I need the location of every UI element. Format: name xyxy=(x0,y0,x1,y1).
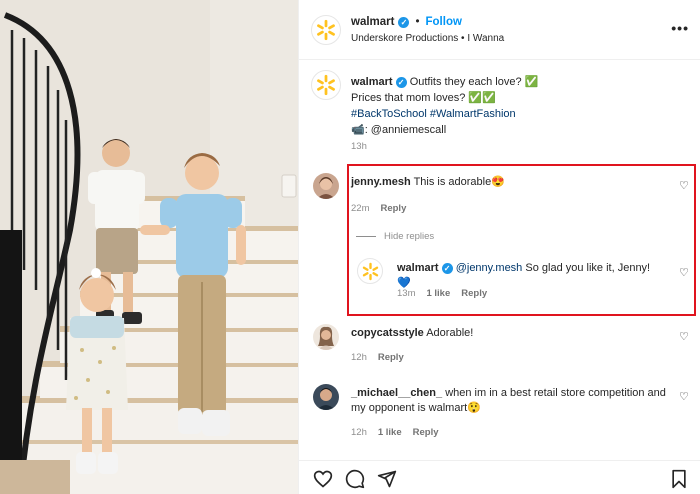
comment-text: Adorable! xyxy=(426,327,474,339)
reply-button[interactable]: Reply xyxy=(413,427,439,438)
walmart-avatar[interactable] xyxy=(311,15,341,45)
heart-icon[interactable]: ♡ xyxy=(679,390,689,403)
comment-username[interactable]: _michael__chen_ xyxy=(351,387,442,399)
verified-badge-icon: ✓ xyxy=(395,77,407,88)
comment-meta: 22m Reply xyxy=(351,203,406,214)
reply-button[interactable]: Reply xyxy=(461,288,487,299)
comment-body: copycatsstyle Adorable! xyxy=(351,326,666,341)
post-header: walmart ✓ • Follow Underskore Production… xyxy=(299,0,700,60)
hide-replies-label[interactable]: Hide replies xyxy=(384,231,434,242)
post-detail-panel: walmart ✓ • Follow Underskore Production… xyxy=(298,0,700,494)
verified-badge-icon: ✓ xyxy=(441,263,453,274)
reply-username[interactable]: walmart xyxy=(397,262,439,274)
bookmark-icon[interactable] xyxy=(669,469,689,489)
comment-time: 12h xyxy=(351,427,367,438)
reply-meta: 13m 1 like Reply xyxy=(397,288,487,299)
audio-attribution[interactable]: Underskore Productions • I Wanna xyxy=(351,33,504,44)
account-username[interactable]: walmart xyxy=(351,16,394,28)
heart-icon[interactable]: ♡ xyxy=(679,266,689,279)
post-caption: walmart ✓ Outfits they each love? ✅ Pric… xyxy=(351,74,681,138)
comment-icon[interactable] xyxy=(345,469,365,489)
comment-body: jenny.mesh This is adorable😍 xyxy=(351,175,666,190)
heart-icon[interactable]: ♡ xyxy=(679,330,689,343)
heart-icon[interactable]: ♡ xyxy=(679,179,689,192)
avatar[interactable] xyxy=(313,324,339,350)
post-action-bar xyxy=(299,460,700,494)
caption-text-1: Outfits they each love? ✅ xyxy=(409,76,539,88)
comment-username[interactable]: copycatsstyle xyxy=(351,327,424,339)
reply-button[interactable]: Reply xyxy=(378,352,404,363)
walmart-spark-icon xyxy=(362,262,378,280)
caption-timestamp: 13h xyxy=(351,141,367,152)
divider-line xyxy=(356,236,376,237)
comment-body: _michael__chen_ when im in a best retail… xyxy=(351,386,666,416)
caption-credit[interactable]: 📹: @anniemescall xyxy=(351,122,681,138)
post-photo xyxy=(0,0,298,494)
header-account-line: walmart ✓ • Follow xyxy=(351,16,462,28)
caption-text-2: Prices that mom loves? ✅✅ xyxy=(351,92,496,104)
reply-button[interactable]: Reply xyxy=(380,203,406,214)
caption-hashtags[interactable]: #BackToSchool #WalmartFashion xyxy=(351,106,681,122)
walmart-spark-icon xyxy=(317,19,335,41)
comment-meta: 12h Reply xyxy=(351,352,404,363)
walmart-avatar[interactable] xyxy=(357,258,383,284)
more-icon[interactable]: ••• xyxy=(671,20,689,36)
reply-mention[interactable]: @jenny.mesh xyxy=(456,262,523,274)
reply-body: walmart ✓ @jenny.mesh So glad you like i… xyxy=(397,261,657,291)
comment-text: This is adorable😍 xyxy=(413,176,505,188)
caption-username[interactable]: walmart xyxy=(351,76,393,88)
separator-dot: • xyxy=(415,16,420,28)
hide-replies-toggle[interactable]: Hide replies xyxy=(356,231,434,242)
comment-time: 22m xyxy=(351,203,370,214)
comment-likes[interactable]: 1 like xyxy=(378,427,402,438)
follow-button[interactable]: Follow xyxy=(426,16,462,28)
heart-icon[interactable] xyxy=(313,469,333,489)
walmart-spark-icon xyxy=(317,74,335,96)
reply-likes[interactable]: 1 like xyxy=(426,288,450,299)
comment-meta: 12h 1 like Reply xyxy=(351,427,439,438)
avatar[interactable] xyxy=(313,173,339,199)
share-icon[interactable] xyxy=(377,469,397,489)
comment-time: 12h xyxy=(351,352,367,363)
caption-walmart-avatar[interactable] xyxy=(311,70,341,100)
reply-time: 13m xyxy=(397,288,416,299)
caption-line-1: walmart ✓ Outfits they each love? ✅ xyxy=(351,74,681,90)
comment-username[interactable]: jenny.mesh xyxy=(351,176,411,188)
avatar[interactable] xyxy=(313,384,339,410)
verified-badge-icon: ✓ xyxy=(398,16,410,28)
